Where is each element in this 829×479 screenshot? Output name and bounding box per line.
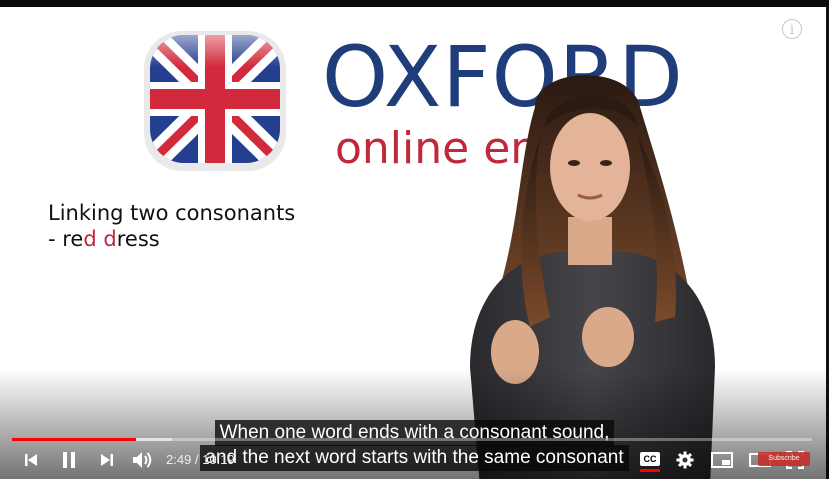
previous-button[interactable] bbox=[20, 446, 42, 474]
settings-button[interactable] bbox=[672, 446, 698, 474]
progress-bar[interactable] bbox=[12, 438, 812, 441]
previous-icon bbox=[25, 454, 37, 466]
next-button[interactable] bbox=[96, 446, 118, 474]
example-suffix: ress bbox=[116, 227, 160, 251]
example-highlight-1: d bbox=[83, 227, 97, 251]
pause-button[interactable] bbox=[58, 446, 80, 474]
progress-played bbox=[12, 438, 136, 441]
subscribe-watermark[interactable]: Subscribe bbox=[758, 452, 810, 466]
pause-icon bbox=[63, 452, 75, 468]
volume-icon bbox=[133, 452, 152, 468]
video-player[interactable]: OXFORD online english Linking two conson… bbox=[0, 0, 829, 479]
time-display: 2:49 / 10:19 bbox=[166, 452, 235, 467]
miniplayer-button[interactable] bbox=[708, 446, 736, 474]
lesson-title: Linking two consonants bbox=[48, 201, 296, 225]
player-controls bbox=[0, 446, 829, 474]
captions-icon[interactable]: CC bbox=[640, 452, 660, 466]
example-prefix: - re bbox=[48, 227, 84, 251]
miniplayer-icon bbox=[711, 452, 733, 468]
volume-button[interactable] bbox=[130, 446, 156, 474]
subtitle-line-1: When one word ends with a consonant soun… bbox=[214, 420, 615, 446]
subtitle-line-1-wrap: When one word ends with a consonant soun… bbox=[0, 420, 829, 446]
top-bar bbox=[0, 0, 829, 7]
union-jack-logo bbox=[144, 31, 286, 171]
example-highlight-2: d bbox=[103, 227, 117, 251]
settings-icon bbox=[676, 451, 694, 469]
lesson-example: - red dress bbox=[48, 227, 160, 251]
info-icon[interactable]: i bbox=[782, 19, 802, 39]
captions-active-indicator bbox=[640, 469, 660, 472]
next-icon bbox=[101, 454, 113, 466]
